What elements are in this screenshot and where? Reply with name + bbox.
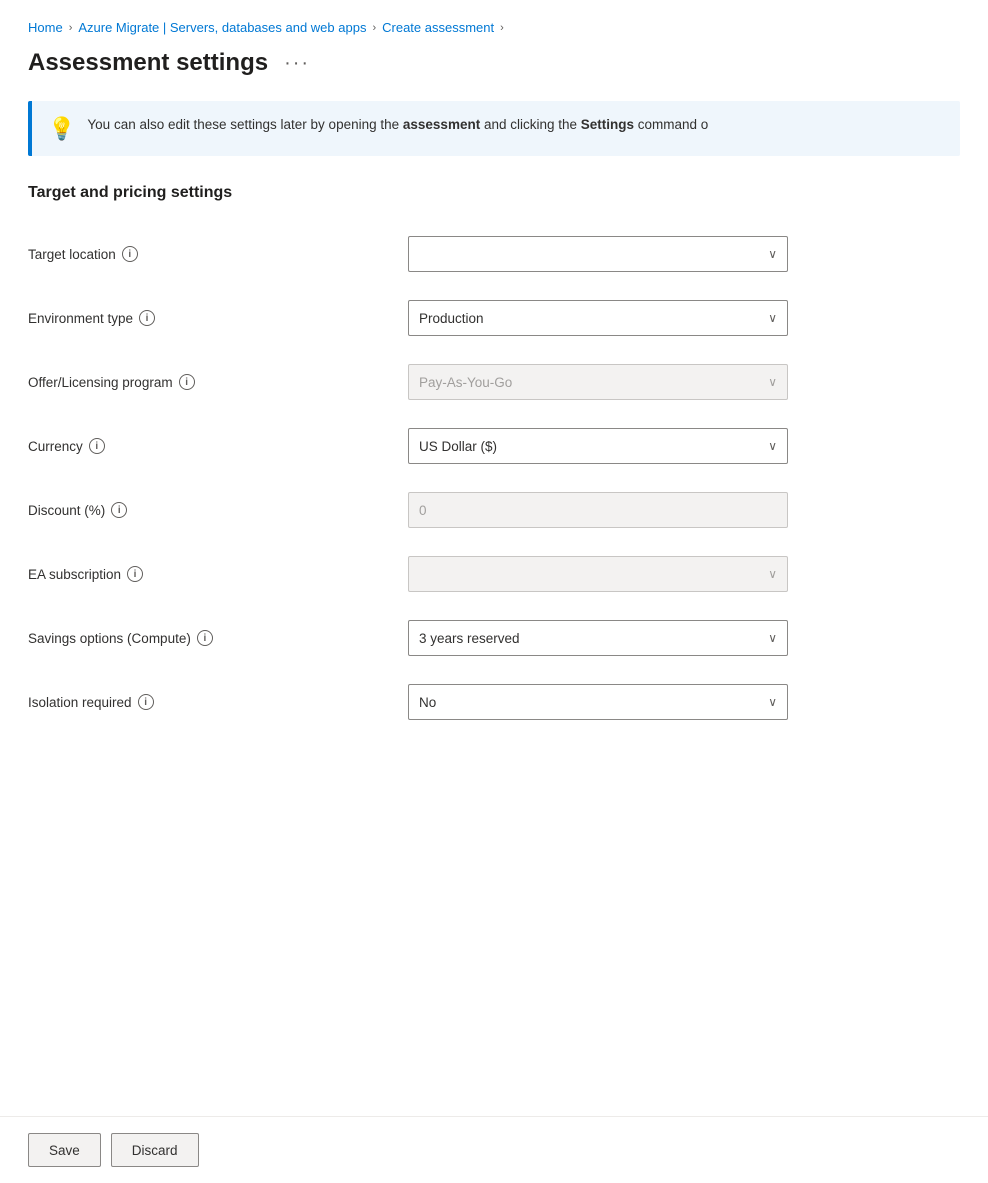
section-title: Target and pricing settings [28, 184, 960, 202]
field-control-environment-type: Production ∨ [408, 300, 788, 336]
field-row-environment-type: Environment type i Production ∨ [28, 286, 960, 350]
field-row-currency: Currency i US Dollar ($) ∨ [28, 414, 960, 478]
dropdown-ea-subscription: ∨ [408, 556, 788, 592]
field-control-savings-options: 3 years reserved ∨ [408, 620, 788, 656]
field-label-isolation-required: Isolation required i [28, 694, 408, 710]
field-row-target-location: Target location i ∨ [28, 222, 960, 286]
field-row-isolation-required: Isolation required i No ∨ [28, 670, 960, 734]
field-row-ea-subscription: EA subscription i ∨ [28, 542, 960, 606]
label-text-offer-licensing: Offer/Licensing program [28, 375, 173, 390]
dropdown-isolation-required[interactable]: No ∨ [408, 684, 788, 720]
info-banner-text: You can also edit these settings later b… [87, 115, 708, 135]
field-label-target-location: Target location i [28, 246, 408, 262]
label-text-environment-type: Environment type [28, 311, 133, 326]
dropdown-value-currency: US Dollar ($) [419, 439, 497, 454]
chevron-down-icon-isolation-required: ∨ [768, 695, 777, 709]
save-button[interactable]: Save [28, 1133, 101, 1167]
field-row-savings-options: Savings options (Compute) i 3 years reserv… [28, 606, 960, 670]
info-icon-ea-subscription[interactable]: i [127, 566, 143, 582]
chevron-down-icon-savings-options: ∨ [768, 631, 777, 645]
field-control-offer-licensing: Pay-As-You-Go ∨ [408, 364, 788, 400]
field-control-ea-subscription: ∨ [408, 556, 788, 592]
label-text-discount: Discount (%) [28, 503, 105, 518]
chevron-down-icon-environment-type: ∨ [768, 311, 777, 325]
info-icon-target-location[interactable]: i [122, 246, 138, 262]
breadcrumb-sep-1: › [69, 22, 73, 34]
label-text-isolation-required: Isolation required [28, 695, 132, 710]
info-icon-savings-options[interactable]: i [197, 630, 213, 646]
field-label-currency: Currency i [28, 438, 408, 454]
footer-bar: Save Discard [0, 1116, 988, 1183]
dropdown-value-environment-type: Production [419, 311, 484, 326]
field-label-environment-type: Environment type i [28, 310, 408, 326]
breadcrumb-home[interactable]: Home [28, 20, 63, 35]
label-text-ea-subscription: EA subscription [28, 567, 121, 582]
info-banner: 💡 You can also edit these settings later… [28, 101, 960, 156]
chevron-down-icon-ea-subscription: ∨ [768, 567, 777, 581]
field-control-currency: US Dollar ($) ∨ [408, 428, 788, 464]
dropdown-currency[interactable]: US Dollar ($) ∨ [408, 428, 788, 464]
more-options-button[interactable]: ··· [280, 52, 314, 75]
breadcrumb-azure-migrate[interactable]: Azure Migrate | Servers, databases and w… [78, 20, 366, 35]
label-text-target-location: Target location [28, 247, 116, 262]
field-label-ea-subscription: EA subscription i [28, 566, 408, 582]
field-row-offer-licensing: Offer/Licensing program i Pay-As-You-Go ∨ [28, 350, 960, 414]
page-title: Assessment settings [28, 49, 268, 77]
dropdown-value-offer-licensing: Pay-As-You-Go [419, 375, 512, 390]
info-icon-discount[interactable]: i [111, 502, 127, 518]
info-icon-environment-type[interactable]: i [139, 310, 155, 326]
field-row-discount: Discount (%) i [28, 478, 960, 542]
breadcrumb-create-assessment[interactable]: Create assessment [382, 20, 494, 35]
breadcrumb: Home › Azure Migrate | Servers, database… [28, 20, 960, 35]
dropdown-savings-options[interactable]: 3 years reserved ∨ [408, 620, 788, 656]
field-control-isolation-required: No ∨ [408, 684, 788, 720]
label-text-currency: Currency [28, 439, 83, 454]
dropdown-environment-type[interactable]: Production ∨ [408, 300, 788, 336]
chevron-down-icon-offer-licensing: ∨ [768, 375, 777, 389]
field-control-target-location: ∨ [408, 236, 788, 272]
bulb-icon: 💡 [48, 116, 75, 142]
field-label-offer-licensing: Offer/Licensing program i [28, 374, 408, 390]
settings-grid: Target location i ∨ Environment type i Produc… [28, 222, 960, 734]
dropdown-offer-licensing: Pay-As-You-Go ∨ [408, 364, 788, 400]
info-icon-currency[interactable]: i [89, 438, 105, 454]
field-label-savings-options: Savings options (Compute) i [28, 630, 408, 646]
chevron-down-icon-currency: ∨ [768, 439, 777, 453]
chevron-down-icon-target-location: ∨ [768, 247, 777, 261]
info-icon-offer-licensing[interactable]: i [179, 374, 195, 390]
dropdown-value-isolation-required: No [419, 695, 436, 710]
dropdown-value-savings-options: 3 years reserved [419, 631, 520, 646]
info-icon-isolation-required[interactable]: i [138, 694, 154, 710]
input-discount [408, 492, 788, 528]
dropdown-target-location[interactable]: ∨ [408, 236, 788, 272]
breadcrumb-sep-3: › [500, 22, 504, 34]
field-label-discount: Discount (%) i [28, 502, 408, 518]
label-text-savings-options: Savings options (Compute) [28, 631, 191, 646]
field-control-discount [408, 492, 788, 528]
discard-button[interactable]: Discard [111, 1133, 199, 1167]
breadcrumb-sep-2: › [372, 22, 376, 34]
